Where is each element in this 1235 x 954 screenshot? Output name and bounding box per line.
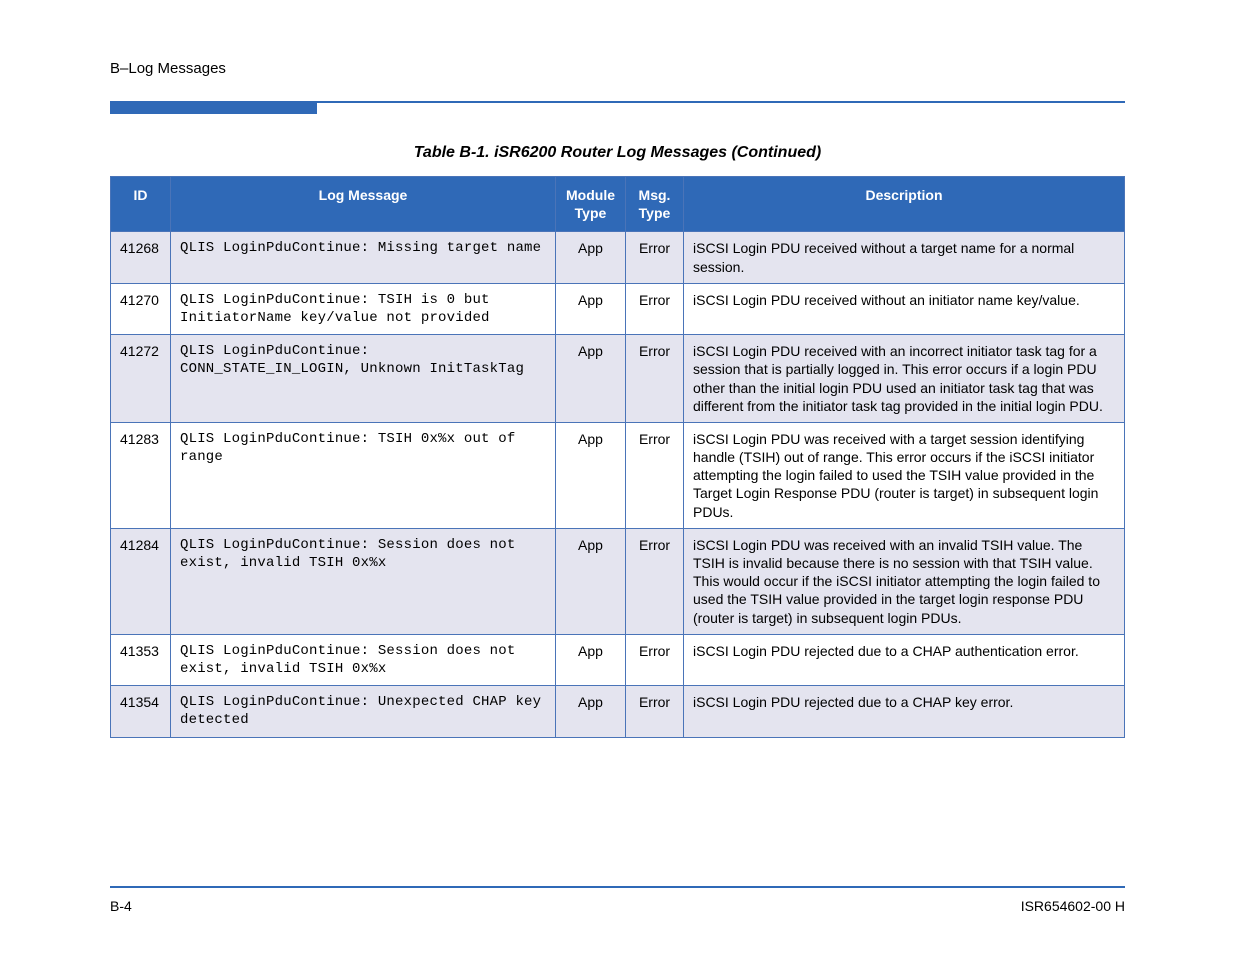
cell-module-type: App — [556, 422, 626, 528]
cell-log-message: QLIS LoginPduContinue: TSIH 0x%x out of … — [171, 422, 556, 528]
blue-tab — [110, 101, 317, 114]
cell-log-message: QLIS LoginPduContinue: CONN_STATE_IN_LOG… — [171, 335, 556, 423]
footer-right: ISR654602-00 H — [1021, 898, 1125, 914]
table-row: 41270 QLIS LoginPduContinue: TSIH is 0 b… — [111, 283, 1125, 334]
cell-description: iSCSI Login PDU received without an init… — [684, 283, 1125, 334]
cell-description: iSCSI Login PDU was received with a targ… — [684, 422, 1125, 528]
cell-description: iSCSI Login PDU received with an incorre… — [684, 335, 1125, 423]
cell-msg-type: Error — [626, 528, 684, 634]
cell-module-type: App — [556, 634, 626, 685]
footer-line — [110, 886, 1125, 888]
col-header-description: Description — [684, 177, 1125, 232]
blue-line — [317, 101, 1125, 114]
footer-left: B-4 — [110, 898, 132, 914]
cell-id: 41268 — [111, 232, 171, 283]
cell-description: iSCSI Login PDU was received with an inv… — [684, 528, 1125, 634]
table-row: 41272 QLIS LoginPduContinue: CONN_STATE_… — [111, 335, 1125, 423]
cell-log-message: QLIS LoginPduContinue: Session does not … — [171, 528, 556, 634]
cell-msg-type: Error — [626, 634, 684, 685]
cell-module-type: App — [556, 528, 626, 634]
page-footer: B-4 ISR654602-00 H — [110, 886, 1125, 914]
col-header-log-message: Log Message — [171, 177, 556, 232]
col-header-module-type: Module Type — [556, 177, 626, 232]
table-row: 41268 QLIS LoginPduContinue: Missing tar… — [111, 232, 1125, 283]
cell-module-type: App — [556, 686, 626, 737]
cell-description: iSCSI Login PDU rejected due to a CHAP k… — [684, 686, 1125, 737]
cell-msg-type: Error — [626, 283, 684, 334]
cell-description: iSCSI Login PDU rejected due to a CHAP a… — [684, 634, 1125, 685]
col-header-msg-type: Msg. Type — [626, 177, 684, 232]
cell-msg-type: Error — [626, 232, 684, 283]
cell-id: 41272 — [111, 335, 171, 423]
log-messages-table: ID Log Message Module Type Msg. Type Des… — [110, 176, 1125, 738]
table-header-row: ID Log Message Module Type Msg. Type Des… — [111, 177, 1125, 232]
cell-msg-type: Error — [626, 335, 684, 423]
cell-module-type: App — [556, 232, 626, 283]
cell-id: 41283 — [111, 422, 171, 528]
cell-module-type: App — [556, 335, 626, 423]
header-ornament — [110, 101, 1125, 114]
table-row: 41354 QLIS LoginPduContinue: Unexpected … — [111, 686, 1125, 737]
cell-log-message: QLIS LoginPduContinue: Unexpected CHAP k… — [171, 686, 556, 737]
cell-description: iSCSI Login PDU received without a targe… — [684, 232, 1125, 283]
section-header: B–Log Messages — [110, 60, 1125, 77]
table-row: 41353 QLIS LoginPduContinue: Session doe… — [111, 634, 1125, 685]
cell-module-type: App — [556, 283, 626, 334]
cell-log-message: QLIS LoginPduContinue: Session does not … — [171, 634, 556, 685]
cell-id: 41353 — [111, 634, 171, 685]
cell-id: 41270 — [111, 283, 171, 334]
cell-log-message: QLIS LoginPduContinue: Missing target na… — [171, 232, 556, 283]
table-row: 41283 QLIS LoginPduContinue: TSIH 0x%x o… — [111, 422, 1125, 528]
cell-msg-type: Error — [626, 686, 684, 737]
table-row: 41284 QLIS LoginPduContinue: Session doe… — [111, 528, 1125, 634]
document-page: B–Log Messages Table B-1. iSR6200 Router… — [0, 0, 1235, 954]
cell-msg-type: Error — [626, 422, 684, 528]
cell-log-message: QLIS LoginPduContinue: TSIH is 0 but Ini… — [171, 283, 556, 334]
table-title: Table B-1. iSR6200 Router Log Messages (… — [110, 144, 1125, 162]
col-header-id: ID — [111, 177, 171, 232]
cell-id: 41354 — [111, 686, 171, 737]
cell-id: 41284 — [111, 528, 171, 634]
